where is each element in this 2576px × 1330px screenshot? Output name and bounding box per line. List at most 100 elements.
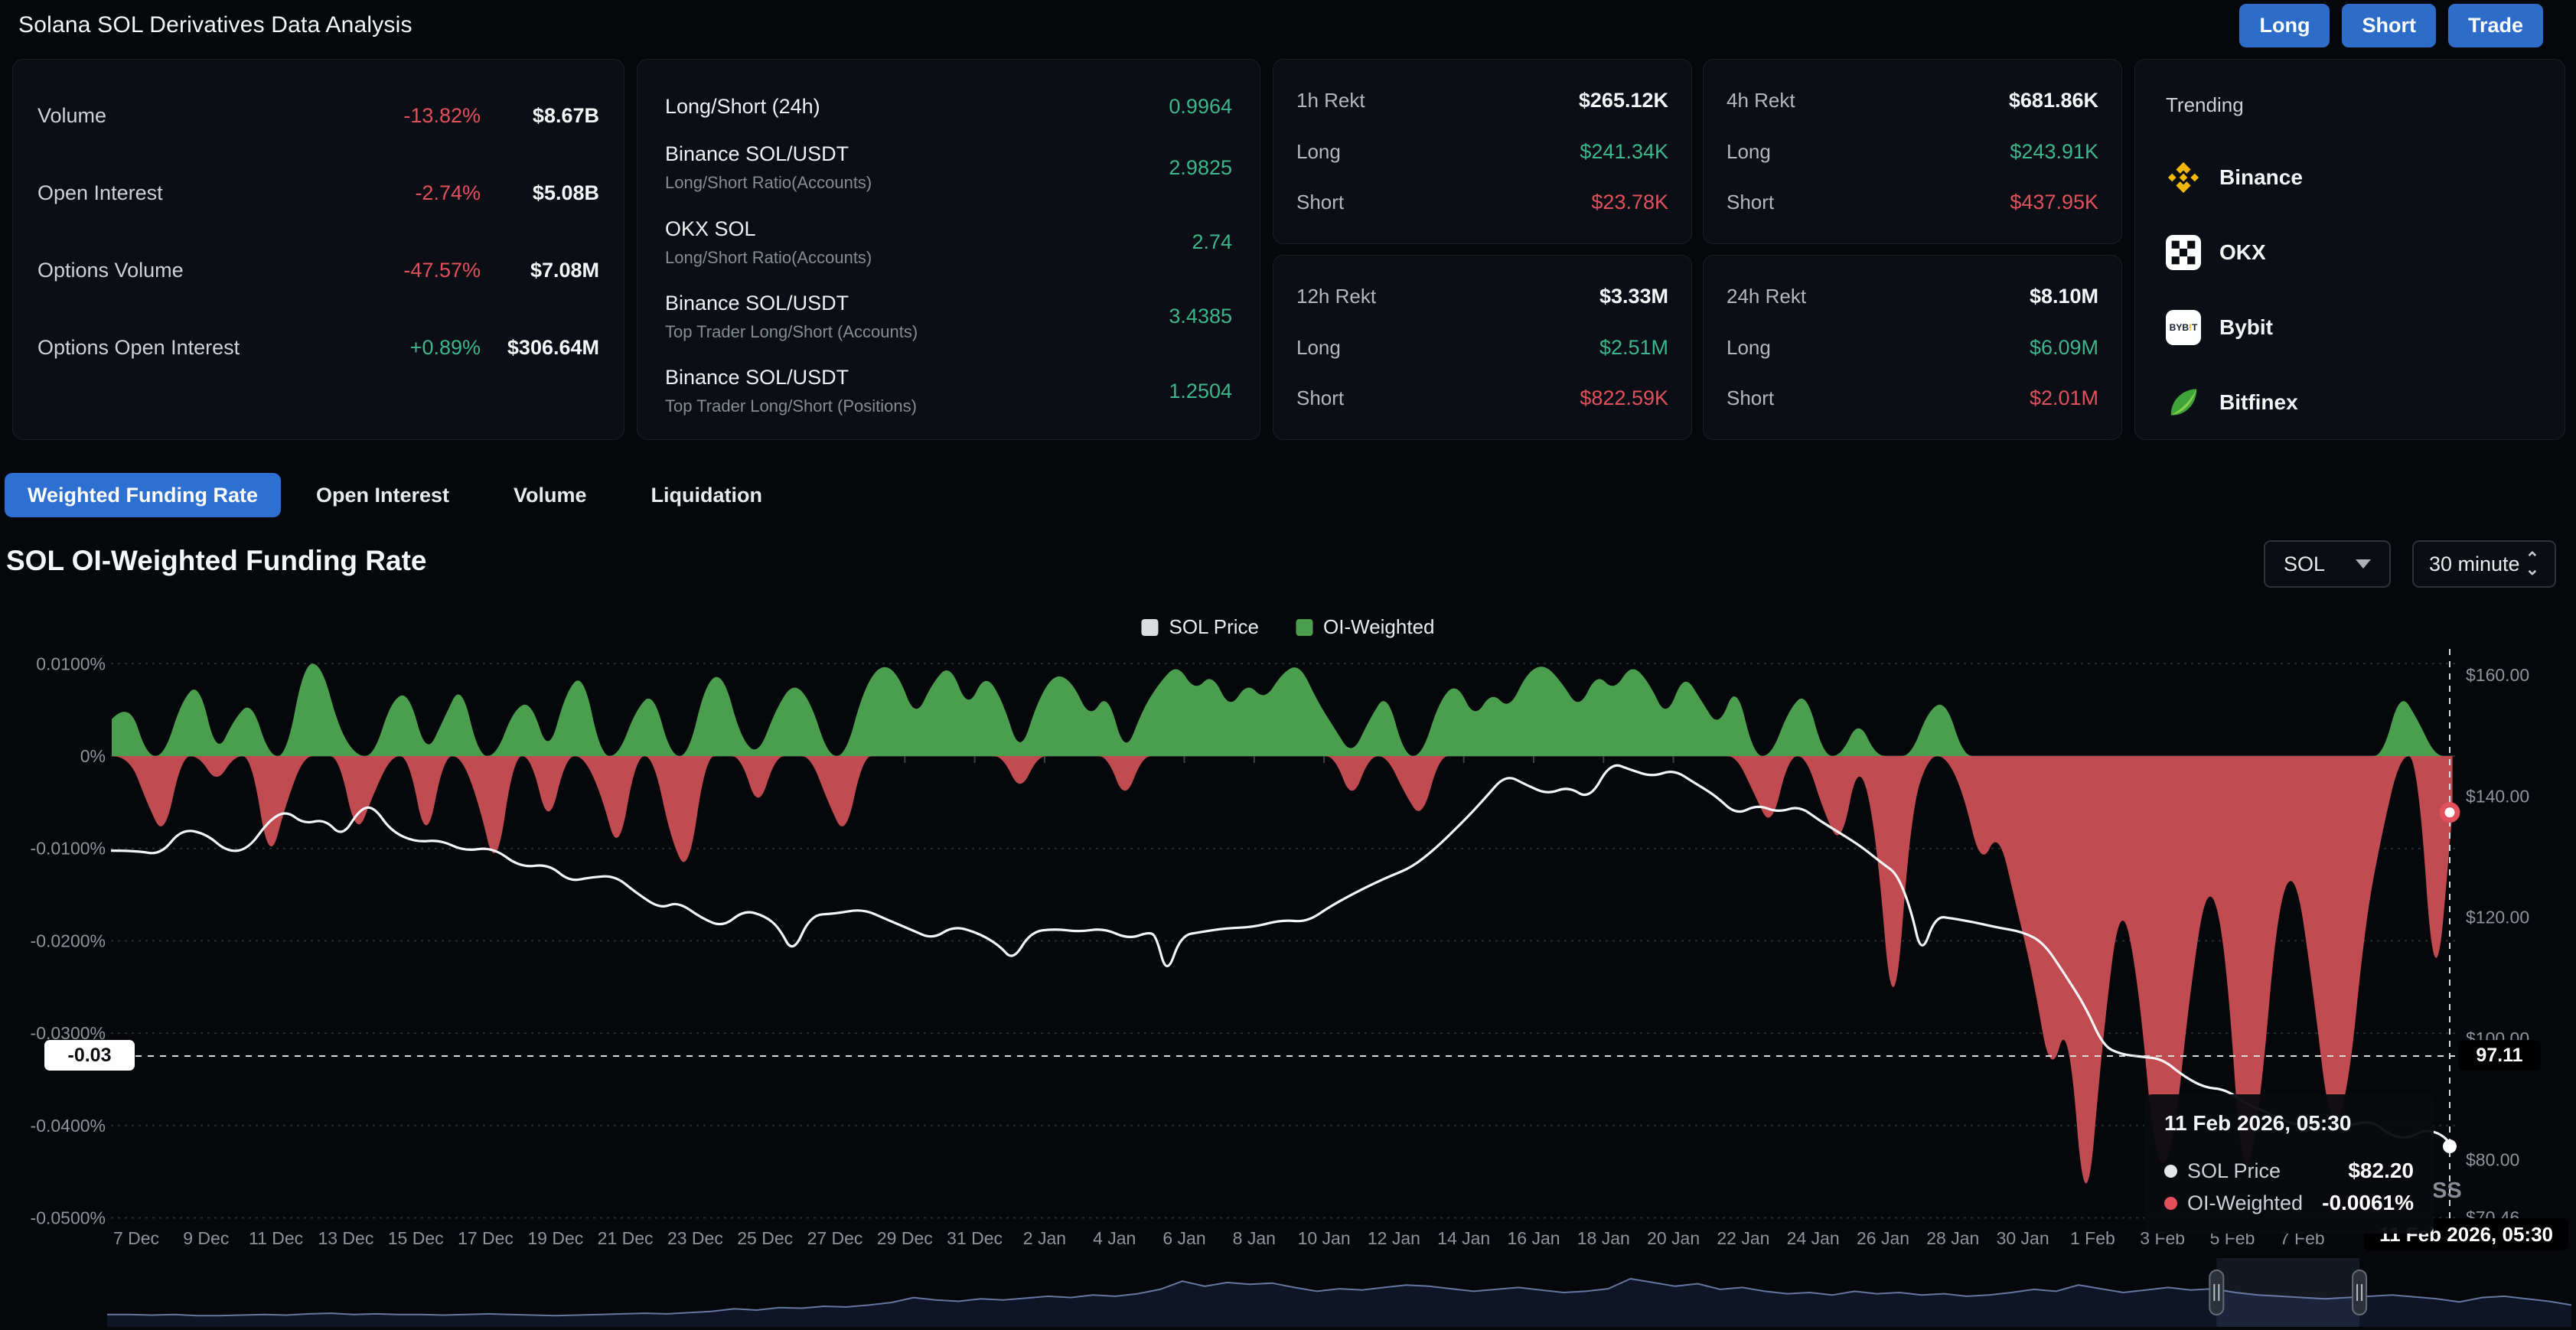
x-axis-tick-label: 13 Dec <box>318 1228 373 1248</box>
y-left-tick-label: 0.0100% <box>36 654 106 673</box>
oi-weighted-marker-dot <box>2442 805 2457 820</box>
rekt-title: 1h Rekt <box>1296 89 1579 112</box>
rekt-total-value: $681.86K <box>2009 89 2098 112</box>
x-axis-tick-label: 16 Jan <box>1507 1228 1560 1248</box>
x-axis-tick-label: 29 Dec <box>877 1228 933 1248</box>
rekt-card: 1h Rekt$265.12KLong$241.34KShort$23.78K <box>1273 59 1692 244</box>
x-axis-tick-label: 24 Jan <box>1787 1228 1840 1248</box>
rekt-short-value: $2.01M <box>2030 386 2098 410</box>
x-axis-tick-label: 30 Jan <box>1997 1228 2049 1248</box>
tooltip-series-dot <box>2164 1165 2177 1178</box>
x-axis-tick-label: 11 Dec <box>249 1228 303 1248</box>
x-axis-tick-label: 2 Jan <box>1023 1228 1066 1248</box>
ratio-row: Binance SOL/USDTTop Trader Long/Short (P… <box>665 366 1232 416</box>
trending-list: Binance OKX BYB!TBybit Bitfinex <box>2166 160 2534 420</box>
interval-select[interactable]: 30 minute ⌃⌄ <box>2412 540 2556 588</box>
trending-item-okx[interactable]: OKX <box>2166 235 2534 270</box>
ratio-labels: Binance SOL/USDTTop Trader Long/Short (P… <box>665 366 1169 416</box>
trending-item-binance[interactable]: Binance <box>2166 160 2534 195</box>
navigator-handle-right[interactable] <box>2353 1270 2366 1315</box>
summary-cards-row: Volume-13.82%$8.67BOpen Interest-2.74%$5… <box>12 59 2565 440</box>
interval-select-value: 30 minute <box>2429 553 2520 576</box>
chart-tooltip: 11 Feb 2026, 05:30 SOL Price$82.20OI-Wei… <box>2144 1094 2434 1234</box>
trending-card: Trending BinanceOKXBYB!TBybitBitfinex <box>2134 59 2565 440</box>
rekt-total-row: 1h Rekt$265.12K <box>1296 89 1668 112</box>
rekt-total-value: $3.33M <box>1599 285 1668 308</box>
ratio-labels: OKX SOLLong/Short Ratio(Accounts) <box>665 217 1192 268</box>
tooltip-series-value: -0.0061% <box>2322 1191 2414 1215</box>
x-axis-tick-label: 8 Jan <box>1233 1228 1276 1248</box>
y-left-tick-label: -0.0400% <box>31 1116 106 1136</box>
x-axis-tick-label: 31 Dec <box>947 1228 1003 1248</box>
tooltip-series-dot <box>2164 1197 2177 1210</box>
x-axis-tick-label: 19 Dec <box>527 1228 583 1248</box>
rekt-total-row: 24h Rekt$8.10M <box>1727 285 2098 308</box>
x-axis-tick-label: 26 Jan <box>1857 1228 1909 1248</box>
ratio-labels: Long/Short (24h) <box>665 95 1169 119</box>
rekt-long-row: Long$241.34K <box>1296 140 1668 164</box>
rekt-card: 24h Rekt$8.10M Long$6.09M Short$2.01M <box>1703 255 2122 440</box>
chevron-down-icon <box>2356 559 2371 569</box>
tooltip-series-value: $82.20 <box>2348 1159 2414 1183</box>
stat-value: $5.08B <box>481 181 599 205</box>
rekt-long-row: Long$243.91K <box>1727 140 2098 164</box>
ratio-title: Binance SOL/USDT <box>665 142 1169 166</box>
rekt-total-value: $8.10M <box>2030 285 2098 308</box>
rekt-long-label: Long <box>1296 336 1599 360</box>
y-right-tick-label: $140.00 <box>2466 786 2529 806</box>
x-axis-tick-label: 6 Jan <box>1162 1228 1205 1248</box>
navigator-handle-left[interactable] <box>2209 1270 2223 1315</box>
trending-item-bybit[interactable]: BYB!TBybit <box>2166 310 2534 345</box>
rekt-long-row: Long$6.09M <box>1727 336 2098 360</box>
tooltip-rows: SOL Price $82.20 OI-Weighted-0.0061% <box>2164 1159 2414 1215</box>
page-title: Solana SOL Derivatives Data Analysis <box>18 12 412 38</box>
ratio-row: Binance SOL/USDTLong/Short Ratio(Account… <box>665 142 1232 193</box>
x-axis-tick-label: 22 Jan <box>1717 1228 1769 1248</box>
y-left-tick-label: -0.0500% <box>31 1208 106 1228</box>
short-button[interactable]: Short <box>2342 4 2436 47</box>
rekt-total-value: $265.12K <box>1579 89 1668 112</box>
tooltip-row: OI-Weighted-0.0061% <box>2164 1191 2414 1215</box>
stat-change: -2.74% <box>366 181 481 205</box>
exchange-name: Binance <box>2219 165 2303 190</box>
ratio-row: Long/Short (24h)0.9964 <box>665 95 1232 119</box>
rekt-long-label: Long <box>1727 140 2010 164</box>
watermark-fragment: SS <box>2432 1178 2462 1204</box>
rekt-card: 4h Rekt$681.86KLong$243.91KShort$437.95K <box>1703 59 2122 244</box>
ratio-subtitle: Top Trader Long/Short (Accounts) <box>665 322 1169 342</box>
trade-button[interactable]: Trade <box>2448 4 2543 47</box>
rekt-short-label: Short <box>1727 386 2030 410</box>
stat-value: $306.64M <box>481 336 599 360</box>
rekt-long-label: Long <box>1296 140 1580 164</box>
y-right-tick-label: $80.00 <box>2466 1149 2519 1169</box>
x-axis-tick-label: 12 Jan <box>1368 1228 1420 1248</box>
stat-label: Options Open Interest <box>37 336 366 360</box>
navigator-selected-window[interactable] <box>2216 1258 2359 1327</box>
ratio-row: OKX SOLLong/Short Ratio(Accounts)2.74 <box>665 217 1232 268</box>
y-left-tick-label: -0.0200% <box>31 931 106 950</box>
rekt-long-value: $6.09M <box>2030 336 2098 360</box>
x-axis-tick-label: 20 Jan <box>1647 1228 1700 1248</box>
rekt-short-label: Short <box>1296 191 1591 214</box>
trending-item-bitfinex[interactable]: Bitfinex <box>2166 385 2534 420</box>
ratio-value: 2.74 <box>1192 230 1232 254</box>
symbol-select[interactable]: SOL <box>2264 540 2391 588</box>
exchange-name: Bitfinex <box>2219 390 2298 415</box>
stat-row: Options Volume-47.57%$7.08M <box>37 259 599 282</box>
long-button[interactable]: Long <box>2239 4 2330 47</box>
rekt-short-row: Short$2.01M <box>1727 386 2098 410</box>
symbol-select-value: SOL <box>2284 553 2325 576</box>
stat-label: Volume <box>37 104 366 128</box>
tab-open-interest[interactable]: Open Interest <box>287 473 478 517</box>
crosshair-left-axis-badge: -0.03 <box>44 1040 135 1071</box>
tab-liquidation[interactable]: Liquidation <box>622 473 791 517</box>
tab-volume[interactable]: Volume <box>484 473 616 517</box>
tab-weighted-funding-rate[interactable]: Weighted Funding Rate <box>5 473 281 517</box>
rekt-short-label: Short <box>1296 386 1580 410</box>
tooltip-series-label: SOL Price <box>2187 1159 2281 1183</box>
ratio-title: OKX SOL <box>665 217 1192 241</box>
x-axis-tick-label: 7 Dec <box>113 1228 159 1248</box>
rekt-total-row: 12h Rekt$3.33M <box>1296 285 1668 308</box>
chart-range-navigator[interactable] <box>0 1257 2576 1328</box>
x-axis-tick-label: 9 Dec <box>183 1228 229 1248</box>
